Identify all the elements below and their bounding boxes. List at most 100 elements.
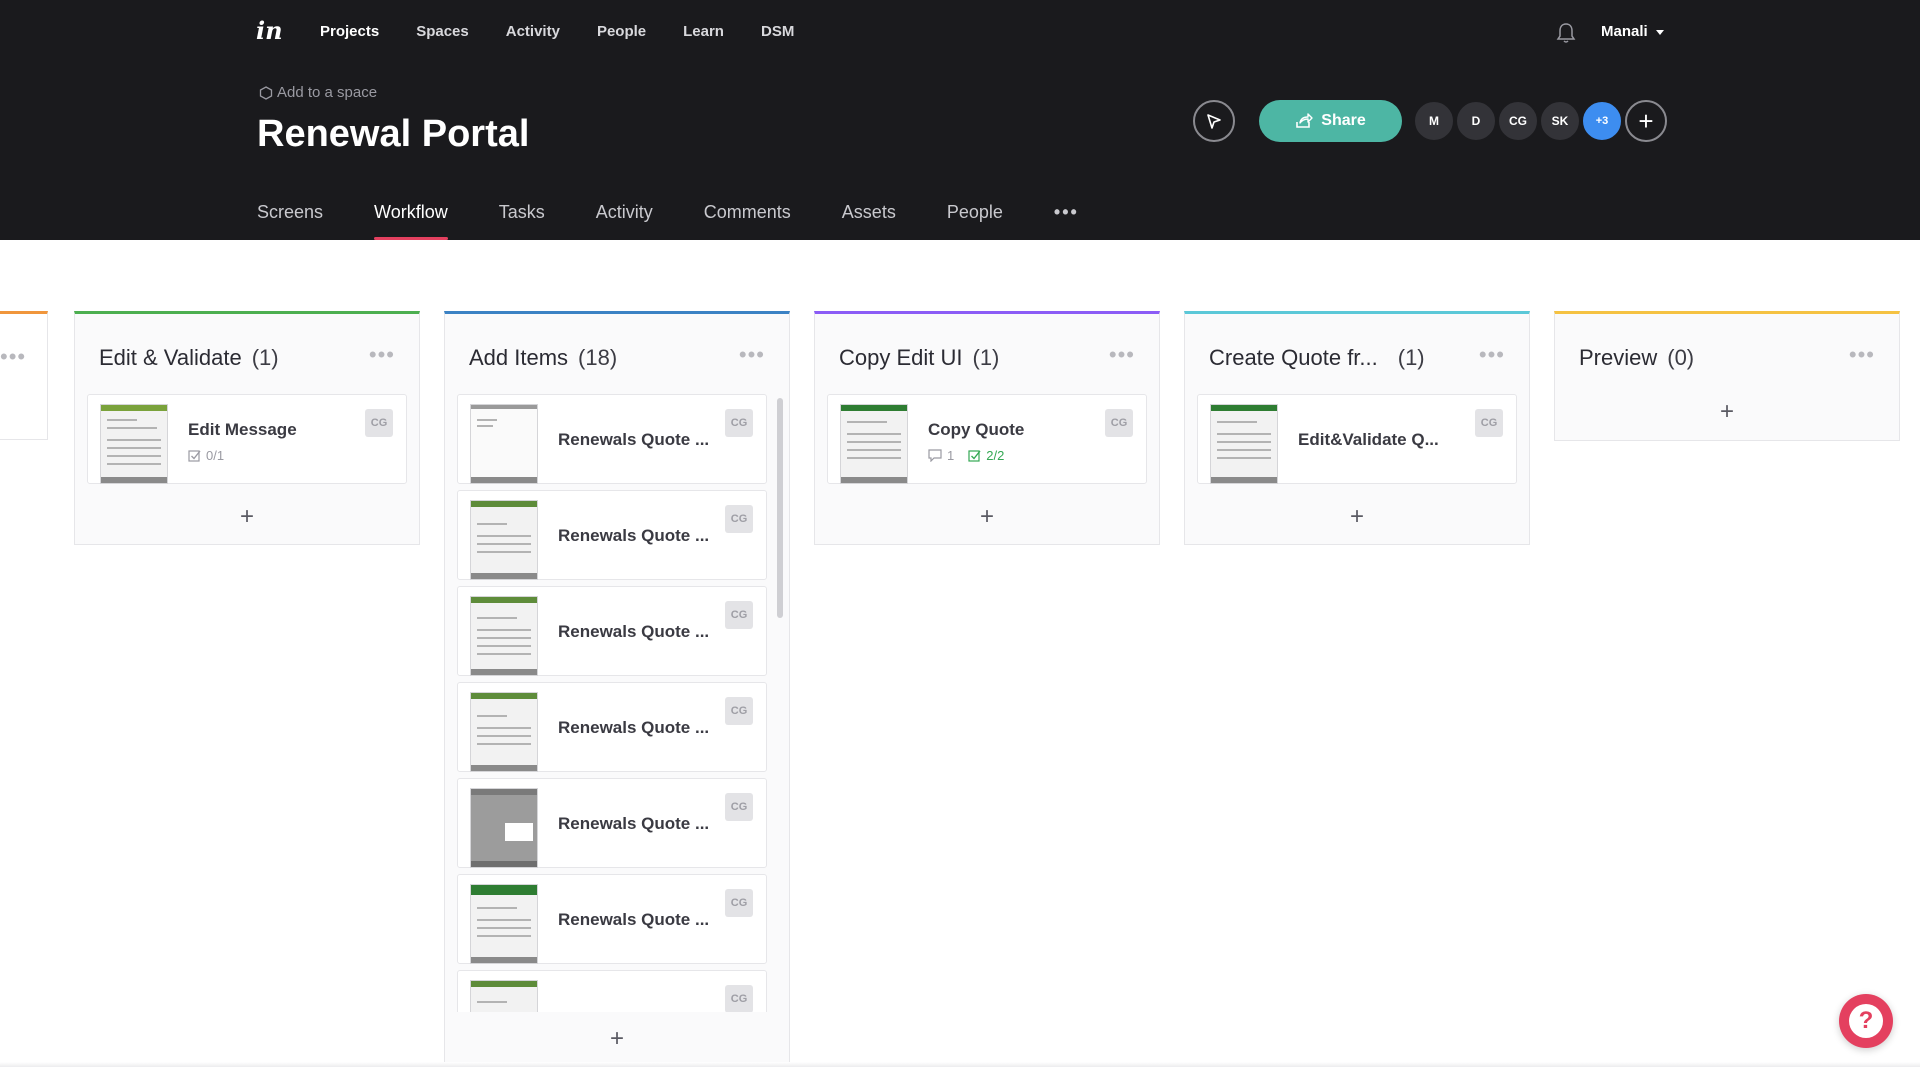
avatar[interactable]: CG <box>1497 100 1539 142</box>
screen-card[interactable]: Renewals Quote ... CG <box>457 874 767 964</box>
card-title: Copy Quote <box>928 420 1025 439</box>
project-title: Renewal Portal <box>257 113 530 155</box>
assignee-badge: CG <box>725 697 753 725</box>
cursor-icon <box>1207 114 1221 129</box>
tab-comments[interactable]: Comments <box>704 200 791 240</box>
prototype-button[interactable] <box>1193 100 1235 142</box>
screen-card[interactable]: Renewals Quote ... CG <box>457 586 767 676</box>
column-menu-button[interactable]: ••• <box>739 344 765 366</box>
help-icon: ? <box>1849 1004 1883 1038</box>
bell-icon[interactable] <box>1556 22 1576 44</box>
column-title: Copy Edit UI (1) <box>839 344 999 372</box>
assignee-badge: CG <box>725 601 753 629</box>
avatar[interactable]: M <box>1413 100 1455 142</box>
column-name: Add Items <box>469 345 569 370</box>
column-name: Copy Edit UI <box>839 345 963 370</box>
column-name: Preview <box>1579 345 1658 370</box>
add-screen-button[interactable]: + <box>815 490 1159 544</box>
comment-count-value: 1 <box>947 448 955 463</box>
more-collaborators-badge[interactable]: +3 <box>1581 100 1623 142</box>
project-tabs: Screens Workflow Tasks Activity Comments… <box>257 200 1130 240</box>
tab-tasks[interactable]: Tasks <box>499 200 545 240</box>
column-menu-button[interactable]: ••• <box>1849 344 1875 366</box>
task-progress: 0/1 <box>188 448 224 463</box>
nav-dsm[interactable]: DSM <box>761 22 794 42</box>
assignee-badge: CG <box>1105 409 1133 437</box>
avatar[interactable]: D <box>1455 100 1497 142</box>
screen-card[interactable]: Renewals Quote ... CG <box>457 490 767 580</box>
task-count: 2/2 <box>986 448 1005 463</box>
column-menu-button[interactable]: ••• <box>1109 344 1135 366</box>
help-button[interactable]: ? <box>1839 994 1893 1048</box>
workflow-column: Create Quote fr... (1) ••• Edit&Validate … <box>1184 311 1530 545</box>
task-count: 0/1 <box>206 448 225 463</box>
screen-card[interactable]: Edit&Validate Q... CG <box>1197 394 1517 484</box>
avatar[interactable]: SK <box>1539 100 1581 142</box>
user-menu[interactable]: Manali <box>1601 22 1664 42</box>
column-count: (1) <box>972 345 1000 370</box>
checkbox-icon <box>188 450 201 462</box>
column-count: (18) <box>578 345 618 370</box>
screen-card[interactable]: CG <box>457 970 767 1012</box>
nav-people[interactable]: People <box>597 22 646 42</box>
add-screen-button[interactable]: + <box>75 490 419 544</box>
card-title: Edit&Validate Q... <box>1298 430 1439 449</box>
workflow-column: Edit & Validate (1) ••• Edit Message 0/1 … <box>74 311 420 545</box>
nav-projects[interactable]: Projects <box>320 22 379 42</box>
assignee-badge: CG <box>725 889 753 917</box>
add-screen-button[interactable]: + <box>1185 490 1529 544</box>
share-icon <box>1296 113 1313 128</box>
checkbox-icon <box>968 450 981 462</box>
column-header: Add Items (18) ••• <box>445 314 789 394</box>
divider <box>0 1062 1920 1067</box>
assignee-badge: CG <box>725 985 753 1012</box>
add-screen-button[interactable]: + <box>445 1012 789 1066</box>
screen-card[interactable]: Renewals Quote ... CG <box>457 682 767 772</box>
user-name: Manali <box>1601 23 1648 40</box>
column-header: Edit & Validate (1) ••• <box>75 314 419 394</box>
more-tabs-button[interactable]: ••• <box>1054 200 1079 240</box>
column-scrollbar[interactable] <box>777 398 783 618</box>
add-collaborator-button[interactable]: + <box>1625 100 1667 142</box>
column-title: Create Quote fr... (1) <box>1209 344 1425 372</box>
card-meta: 0/1 <box>188 448 224 463</box>
tab-workflow[interactable]: Workflow <box>374 200 448 240</box>
collaborator-avatars: M D CG SK +3 + <box>1413 100 1667 142</box>
screen-thumbnail <box>1210 404 1278 484</box>
column-menu-button[interactable]: ••• <box>1479 344 1505 366</box>
column-title: Edit & Validate (1) <box>99 344 279 372</box>
invision-logo[interactable]: in <box>256 16 286 46</box>
comment-count: 1 <box>928 448 954 463</box>
column-menu-button[interactable]: ••• <box>0 346 26 368</box>
screen-card[interactable]: Renewals Quote ... CG <box>457 778 767 868</box>
screen-card[interactable]: Copy Quote 1 2/2 CG <box>827 394 1147 484</box>
column-title: Preview (0) <box>1579 344 1694 372</box>
add-screen-button[interactable]: + <box>1555 384 1899 440</box>
column-menu-button[interactable]: ••• <box>369 344 395 366</box>
tab-screens[interactable]: Screens <box>257 200 323 240</box>
workflow-column: Copy Edit UI (1) ••• Copy Quote 1 2/2 CG … <box>814 311 1160 545</box>
screen-thumbnail <box>470 980 538 1012</box>
nav-learn[interactable]: Learn <box>683 22 724 42</box>
nav-spaces[interactable]: Spaces <box>416 22 469 42</box>
workflow-column: Preview (0) ••• + <box>1554 311 1900 441</box>
tab-people[interactable]: People <box>947 200 1003 240</box>
card-title: Renewals Quote ... <box>558 526 710 545</box>
column-header: Copy Edit UI (1) ••• <box>815 314 1159 394</box>
card-title: Renewals Quote ... <box>558 910 710 929</box>
assignee-badge: CG <box>725 505 753 533</box>
tab-activity[interactable]: Activity <box>596 200 653 240</box>
tab-assets[interactable]: Assets <box>842 200 896 240</box>
screen-thumbnail <box>470 788 538 868</box>
screen-card[interactable]: Renewals Quote ... CG <box>457 394 767 484</box>
add-to-space-link[interactable]: Add to a space <box>259 84 377 102</box>
assignee-badge: CG <box>1475 409 1503 437</box>
screen-card[interactable]: Edit Message 0/1 CG <box>87 394 407 484</box>
screen-thumbnail <box>100 404 168 484</box>
add-to-space-label: Add to a space <box>277 84 378 101</box>
column-count: (1) <box>251 345 279 370</box>
nav-activity[interactable]: Activity <box>506 22 560 42</box>
share-button[interactable]: Share <box>1259 100 1402 142</box>
share-label: Share <box>1321 112 1366 129</box>
hexagon-icon <box>259 86 273 100</box>
